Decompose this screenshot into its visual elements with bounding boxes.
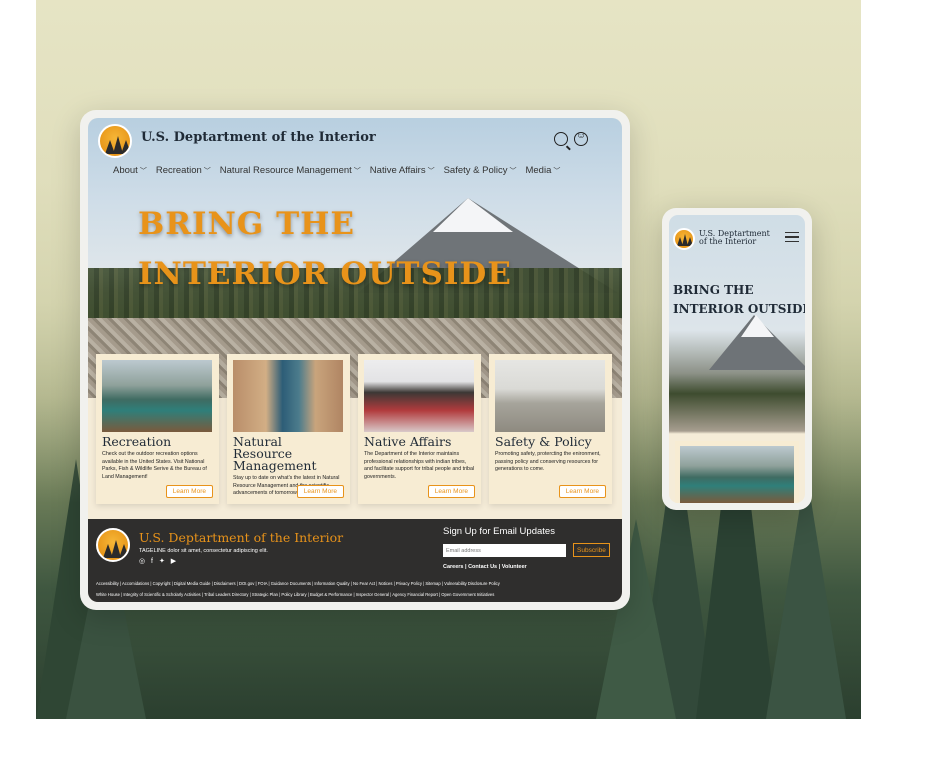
pine-tree-icon: [687, 237, 693, 246]
footer-top-links[interactable]: Careers | Contact Us | Volunteer: [443, 564, 527, 570]
hero-title-line1: BRING THE: [138, 206, 356, 242]
footer-links-row1[interactable]: Accessibility | Accomidations | Copyrigh…: [96, 581, 500, 586]
card-image: [495, 360, 605, 432]
chevron-down-icon: ﹀: [509, 167, 517, 175]
chevron-down-icon: ﹀: [203, 167, 211, 175]
accessibility-icon[interactable]: [574, 130, 588, 146]
card-image: [102, 360, 212, 432]
nav-media[interactable]: Media ﹀: [525, 165, 560, 176]
card-recreation: Recreation Check out the outdoor recreat…: [96, 354, 219, 504]
nav-label: About: [113, 165, 138, 176]
subscribe-button[interactable]: Subscribe: [573, 543, 610, 557]
feature-cards: Recreation Check out the outdoor recreat…: [96, 354, 612, 504]
card-image: [364, 360, 474, 432]
footer-logo[interactable]: [96, 528, 130, 562]
mobile-site-title[interactable]: U.S. Deptartment of the Interior: [699, 230, 779, 246]
card-natural-resource-management: Natural Resource Management Stay up to d…: [227, 354, 350, 504]
nav-native-affairs[interactable]: Native Affairs ﹀: [370, 165, 435, 176]
nav-label: Safety & Policy: [443, 165, 508, 176]
desktop-screen: U.S. Deptartment of the Interior About﹀ …: [88, 118, 622, 602]
card-native-affairs: Native Affairs The Department of the Int…: [358, 354, 481, 504]
card-title: Recreation: [102, 434, 172, 449]
card-text: Check out the outdoor recreation options…: [102, 451, 207, 480]
card-title: Safety & Policy: [495, 434, 592, 449]
nav-label: Native Affairs: [369, 165, 426, 176]
nav-safety-policy[interactable]: Safety & Policy ﹀: [444, 165, 517, 176]
nav-label: Natural Resource Management: [219, 165, 352, 176]
learn-more-button[interactable]: Learn More: [427, 485, 475, 498]
nav-natural-resource-management[interactable]: Natural Resource Management ﹀: [220, 165, 361, 176]
site-footer: U.S. Deptartment of the Interior TAGELIN…: [88, 519, 622, 602]
mobile-hero-line1: BRING THE: [673, 283, 754, 297]
hero-title-line2: INTERIOR OUTSIDE: [138, 256, 512, 292]
site-header: U.S. Deptartment of the Interior: [88, 118, 622, 162]
desktop-device-frame: U.S. Deptartment of the Interior About﹀ …: [80, 110, 630, 610]
learn-more-button[interactable]: Learn More: [558, 485, 606, 498]
card-title: Native Affairs: [364, 434, 452, 449]
main-nav: About ﹀ Recreation ﹀ Natural Resource Mana…: [113, 165, 560, 176]
card-safety-policy: Safety & Policy Promoting safety, proter…: [489, 354, 612, 504]
social-icons[interactable]: ◎ f ✦ ▶: [139, 557, 178, 565]
card-title: Natural Resource Management: [233, 434, 317, 473]
email-input[interactable]: [443, 544, 566, 557]
chevron-down-icon: ﹀: [139, 167, 147, 175]
chevron-down-icon: ﹀: [553, 167, 561, 175]
pine-tree-icon: [121, 140, 130, 154]
nav-label: Media: [525, 165, 552, 176]
nav-recreation[interactable]: Recreation ﹀: [156, 165, 211, 176]
footer-title: U.S. Deptartment of the Interior: [139, 530, 344, 545]
footer-links-row2[interactable]: White House | Integrity of Scientific & …: [96, 592, 494, 597]
mountain-snowcap: [741, 315, 774, 337]
mockup-stage: U.S. Deptartment of the Interior About﹀ …: [0, 0, 932, 760]
learn-more-button[interactable]: Learn More: [165, 485, 213, 498]
chevron-down-icon: ﹀: [427, 167, 435, 175]
nav-about[interactable]: About ﹀: [113, 165, 147, 176]
search-icon[interactable]: [554, 132, 568, 146]
mobile-screen: U.S. Deptartment of the Interior BRING T…: [669, 215, 805, 503]
mobile-card-recreation: [675, 441, 799, 503]
email-signup-heading: Sign Up for Email Updates: [443, 526, 555, 537]
pine-tree-icon: [119, 544, 128, 558]
card-text: Promoting safety, protercting the eniron…: [495, 451, 601, 472]
hamburger-menu-icon[interactable]: [785, 232, 799, 242]
chevron-down-icon: ﹀: [353, 167, 361, 175]
card-image: [680, 446, 794, 503]
mobile-hero-line2: INTERIOR OUTSIDE: [673, 302, 805, 316]
doi-logo[interactable]: [98, 124, 132, 158]
footer-tagline: TAGELINE dolor sit amet, consectetur adi…: [139, 548, 268, 554]
mobile-device-frame: U.S. Deptartment of the Interior BRING T…: [662, 208, 812, 510]
card-text: The Department of the Interior maintains…: [364, 451, 475, 480]
site-title[interactable]: U.S. Deptartment of the Interior: [141, 130, 376, 145]
mobile-logo[interactable]: [673, 228, 695, 250]
card-image: [233, 360, 343, 432]
nav-label: Recreation: [155, 165, 202, 176]
mountain-snowcap: [433, 198, 513, 232]
learn-more-button[interactable]: Learn More: [296, 485, 344, 498]
